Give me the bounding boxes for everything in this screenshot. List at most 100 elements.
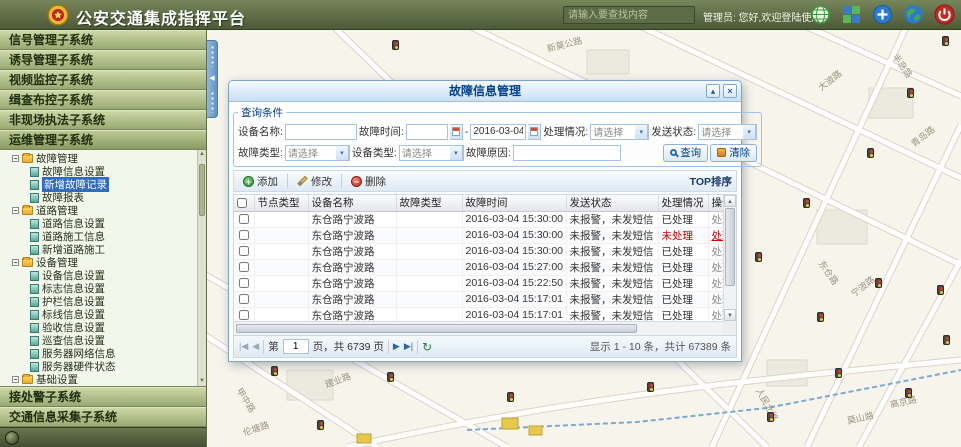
- fault-reason-input[interactable]: [513, 145, 621, 161]
- traffic-signal-icon[interactable]: [387, 372, 395, 383]
- tree-scrollbar[interactable]: ▲ ▼: [197, 150, 206, 386]
- tree-item[interactable]: 服务器硬件状态: [0, 360, 197, 373]
- chevron-down-icon[interactable]: ▾: [336, 145, 349, 161]
- column-header[interactable]: 发送状态: [566, 195, 658, 211]
- chevron-down-icon[interactable]: ▾: [743, 124, 756, 140]
- sidebar-item[interactable]: 交通信息采集子系统: [0, 407, 206, 427]
- table-row[interactable]: 东仓路宁波路2016-03-04 15:30:00未报警，未发短信未处理处理: [234, 227, 723, 243]
- delete-button[interactable]: − 删除: [346, 172, 391, 191]
- next-page-button[interactable]: ▶: [393, 341, 400, 352]
- chevron-down-icon[interactable]: ▾: [635, 124, 648, 140]
- traffic-signal-icon[interactable]: [647, 382, 655, 393]
- column-header[interactable]: 设备名称: [308, 195, 396, 211]
- row-checkbox[interactable]: [239, 278, 249, 288]
- row-checkbox[interactable]: [239, 230, 249, 240]
- traffic-signal-icon[interactable]: [867, 148, 875, 159]
- sidebar-item[interactable]: 接处警子系统: [0, 387, 206, 407]
- header-search-input[interactable]: [563, 6, 695, 24]
- calendar-icon[interactable]: [450, 124, 463, 140]
- traffic-signal-icon[interactable]: [755, 252, 763, 263]
- send-status-select[interactable]: 请选择 ▾: [698, 124, 757, 140]
- sidebar-item[interactable]: 信号管理子系统: [0, 30, 206, 50]
- row-op-link[interactable]: 处理: [712, 262, 724, 274]
- column-header[interactable]: 故障类型: [396, 195, 462, 211]
- row-checkbox[interactable]: [239, 246, 249, 256]
- tree-scroll-thumb[interactable]: [199, 164, 205, 216]
- page-number-input[interactable]: [283, 339, 309, 354]
- row-op-link[interactable]: 处理: [712, 214, 724, 226]
- globe-icon[interactable]: [810, 4, 831, 25]
- column-header[interactable]: 节点类型: [254, 195, 308, 211]
- scroll-up-icon[interactable]: ▲: [198, 150, 206, 159]
- prev-page-button[interactable]: ◀: [252, 341, 259, 352]
- traffic-signal-icon[interactable]: [271, 366, 279, 377]
- sidebar-item[interactable]: 运维管理子系统: [0, 130, 206, 150]
- first-page-button[interactable]: |◀: [239, 341, 248, 352]
- scroll-down-icon[interactable]: ▼: [198, 377, 206, 386]
- select-all-checkbox[interactable]: [237, 198, 247, 208]
- row-checkbox[interactable]: [239, 310, 249, 320]
- panel-collapse-handle[interactable]: ◀: [207, 40, 218, 118]
- calendar-icon[interactable]: [528, 124, 541, 140]
- expander-icon[interactable]: [12, 207, 19, 214]
- close-dialog-button[interactable]: ×: [723, 84, 737, 98]
- column-header[interactable]: 处理情况: [658, 195, 708, 211]
- table-row[interactable]: 东仓路宁波路2016-03-04 15:22:50未报警，未发短信已处理处理: [234, 275, 723, 291]
- traffic-signal-icon[interactable]: [943, 335, 951, 346]
- sidebar-item[interactable]: 视频监控子系统: [0, 70, 206, 90]
- power-icon[interactable]: [934, 4, 955, 25]
- vscroll-thumb[interactable]: [725, 208, 735, 286]
- collapse-dialog-button[interactable]: ▴: [706, 84, 720, 98]
- traffic-signal-icon[interactable]: [937, 285, 945, 296]
- earth-icon[interactable]: [903, 4, 924, 25]
- tree-item[interactable]: 新增故障记录: [0, 178, 197, 191]
- row-op-link[interactable]: 处理: [712, 294, 724, 306]
- row-checkbox[interactable]: [239, 214, 249, 224]
- scroll-up-icon[interactable]: ▲: [724, 195, 736, 207]
- grid-horizontal-scrollbar[interactable]: [234, 321, 723, 335]
- last-page-button[interactable]: ▶|: [404, 341, 413, 352]
- column-header[interactable]: 故障时间: [462, 195, 566, 211]
- map-area[interactable]: 新莫公路半岛路大波路青岛路东仓路宁波路人民北路高京路莫山路甲中路建业路伦塘路 ◀…: [207, 30, 961, 447]
- device-name-input[interactable]: [285, 124, 357, 140]
- fault-type-select[interactable]: 请选择 ▾: [285, 145, 350, 161]
- handle-status-select[interactable]: 请选择 ▾: [590, 124, 649, 140]
- table-row[interactable]: 东仓路宁波路2016-03-04 15:30:00未报警，未发短信已处理处理: [234, 211, 723, 227]
- expander-icon[interactable]: [12, 376, 19, 383]
- refresh-button[interactable]: ↻: [422, 341, 432, 353]
- row-checkbox[interactable]: [239, 294, 249, 304]
- table-row[interactable]: 东仓路宁波路2016-03-04 15:30:00未报警，未发短信已处理处理: [234, 243, 723, 259]
- expander-icon[interactable]: [12, 155, 19, 162]
- tree-item[interactable]: 基础设置: [0, 373, 197, 386]
- traffic-signal-icon[interactable]: [817, 312, 825, 323]
- traffic-signal-icon[interactable]: [835, 368, 843, 379]
- sidebar-item[interactable]: 诱导管理子系统: [0, 50, 206, 70]
- row-op-link[interactable]: 处理: [712, 246, 724, 258]
- traffic-signal-icon[interactable]: [803, 198, 811, 209]
- fault-time-to-input[interactable]: [470, 124, 526, 140]
- traffic-signal-icon[interactable]: [317, 420, 325, 431]
- expander-icon[interactable]: [12, 259, 19, 266]
- edit-button[interactable]: 修改: [292, 172, 337, 191]
- clear-button[interactable]: 清除: [710, 144, 757, 162]
- top-sort-link[interactable]: TOP排序: [690, 174, 732, 189]
- table-row[interactable]: 东仓路宁波路2016-03-04 15:17:01未报警，未发短信已处理处理: [234, 307, 723, 321]
- fault-time-from-input[interactable]: [406, 124, 448, 140]
- sidebar-item[interactable]: 缉查布控子系统: [0, 90, 206, 110]
- traffic-signal-icon[interactable]: [507, 392, 515, 403]
- chevron-down-icon[interactable]: ▾: [450, 145, 463, 161]
- row-op-link[interactable]: 处理: [712, 278, 724, 290]
- add-button[interactable]: + 添加: [238, 172, 283, 191]
- traffic-signal-icon[interactable]: [907, 88, 915, 99]
- add-circle-icon[interactable]: [872, 4, 893, 25]
- table-row[interactable]: 东仓路宁波路2016-03-04 15:27:00未报警，未发短信已处理处理: [234, 259, 723, 275]
- row-op-link[interactable]: 处理: [712, 310, 724, 322]
- table-row[interactable]: 东仓路宁波路2016-03-04 15:17:01未报警，未发短信已处理处理: [234, 291, 723, 307]
- column-header[interactable]: 操作: [708, 195, 723, 211]
- tree-item[interactable]: 故障报表: [0, 191, 197, 204]
- traffic-signal-icon[interactable]: [905, 388, 913, 399]
- tree-item[interactable]: 新增道路施工: [0, 243, 197, 256]
- traffic-signal-icon[interactable]: [942, 36, 950, 47]
- dialog-titlebar[interactable]: 故障信息管理 ▴ ×: [229, 81, 741, 102]
- row-checkbox[interactable]: [239, 262, 249, 272]
